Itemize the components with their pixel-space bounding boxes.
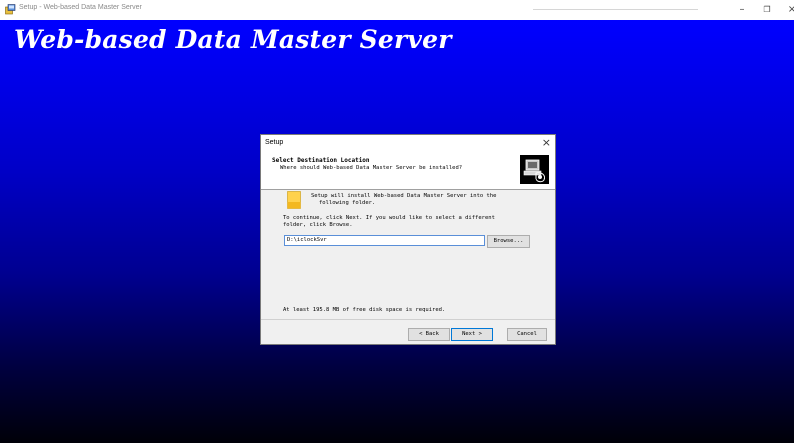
background-title: Web-based Data Master Server	[14, 25, 452, 54]
setup-dialog: Setup × Select Destination Location Wher…	[260, 134, 556, 345]
dialog-header: Select Destination Location Where should…	[261, 151, 555, 190]
titlebar-divider	[533, 9, 698, 10]
dialog-titlebar: Setup ×	[261, 135, 555, 151]
folder-icon	[287, 191, 301, 209]
dialog-title: Setup	[265, 139, 284, 146]
intro-line-2: following folder.	[319, 200, 376, 206]
back-button[interactable]: < Back	[408, 328, 450, 341]
setup-app-icon	[5, 4, 16, 15]
browse-button[interactable]: Browse...	[487, 235, 530, 248]
close-icon[interactable]: ×	[781, 2, 794, 18]
intro-line-1: Setup will install Web-based Data Master…	[311, 193, 497, 199]
destination-path-input[interactable]: D:\iclockSvr	[284, 235, 485, 246]
header-title: Select Destination Location	[272, 157, 370, 164]
cancel-button[interactable]: Cancel	[507, 328, 547, 341]
install-computer-icon	[520, 155, 549, 184]
continue-line-1: To continue, click Next. If you would li…	[283, 215, 495, 221]
next-button[interactable]: Next >	[451, 328, 493, 341]
button-separator	[261, 319, 555, 320]
disk-space-note: At least 195.8 MB of free disk space is …	[283, 307, 446, 313]
restore-icon[interactable]: ❐	[756, 2, 778, 18]
continue-line-2: folder, click Browse.	[283, 222, 353, 228]
dialog-close-icon[interactable]: ×	[542, 136, 551, 150]
header-subtitle: Where should Web-based Data Master Serve…	[280, 165, 463, 171]
window-title: Setup - Web-based Data Master Server	[19, 4, 142, 11]
minimize-icon[interactable]: –	[731, 2, 753, 18]
window-titlebar: Setup - Web-based Data Master Server – ❐…	[0, 0, 794, 20]
